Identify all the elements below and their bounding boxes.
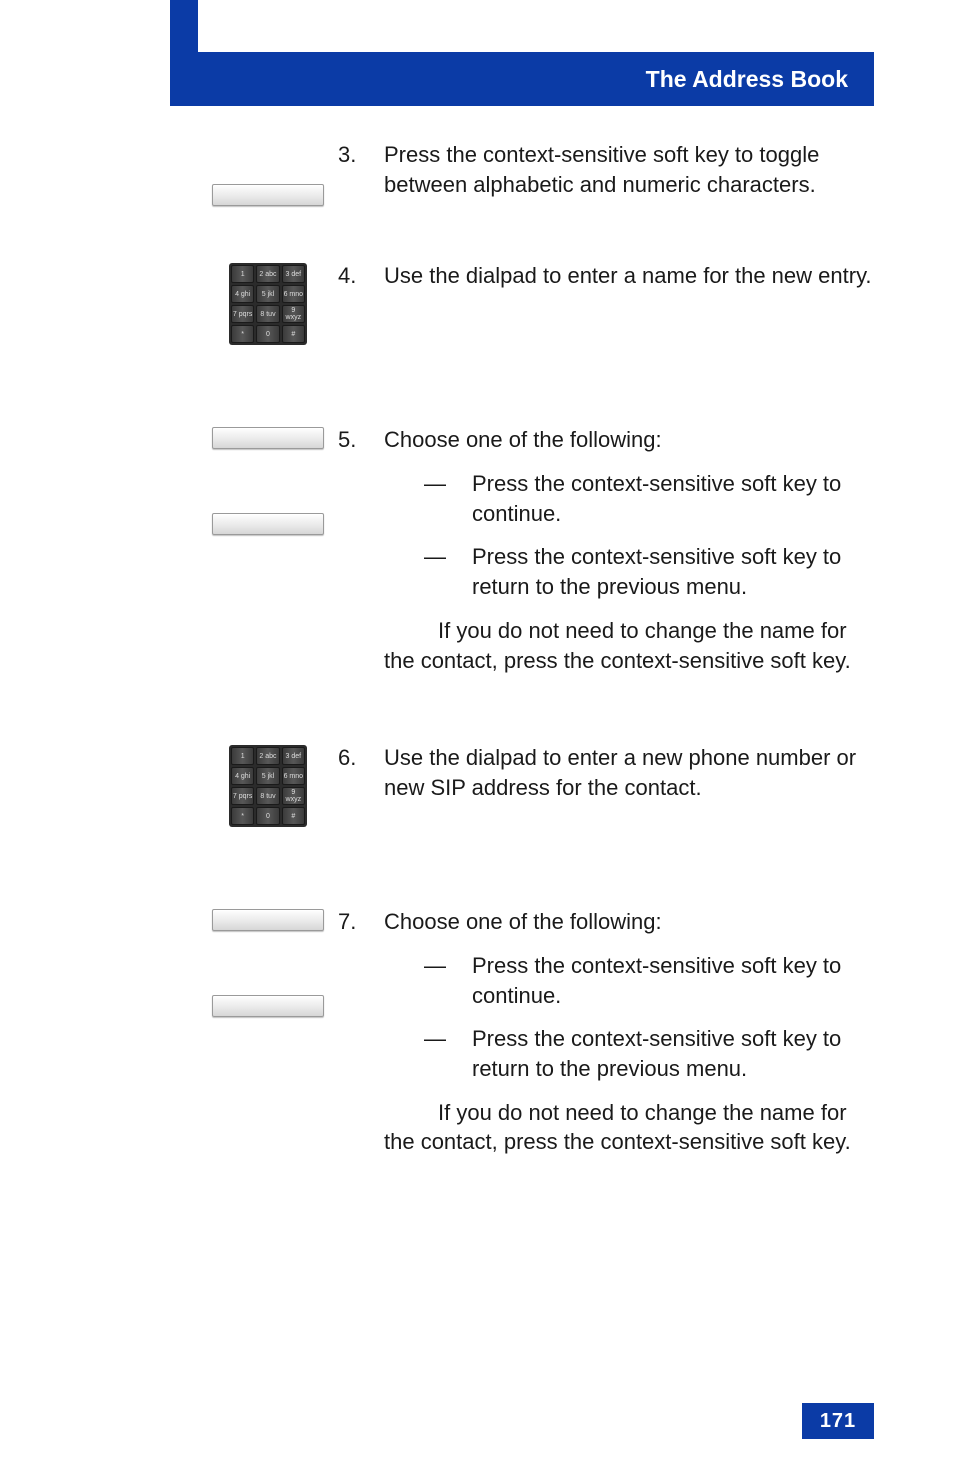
step-number: 6. [338, 743, 376, 773]
step-6: 6. Use the dialpad to enter a new phone … [338, 743, 874, 802]
step-7-a-pre: Press the [472, 953, 571, 978]
step-3: 3. Press the context-sensitive soft key … [338, 140, 874, 199]
step-5-intro: Choose one of the following: [384, 427, 662, 452]
dialpad-key: 9 wxyz [282, 787, 305, 805]
dialpad-key: 5 jkl [256, 767, 279, 785]
step-number: 5. [338, 425, 376, 455]
dialpad-key: 9 wxyz [282, 305, 305, 323]
step-3-text-a: Press the [384, 142, 483, 167]
dialpad-key: * [231, 325, 254, 343]
dialpad-key: 6 mno [282, 767, 305, 785]
step-5-option-b: — Press the context-sensitive soft key t… [424, 542, 874, 601]
dialpad-key: 4 ghi [231, 285, 254, 303]
step-5-tip: If you do not need to change the name fo… [384, 616, 874, 675]
dialpad-key: 1 [231, 747, 254, 765]
step-6-text: Use the dialpad to enter a new phone num… [384, 745, 856, 800]
softkey-button-icon [212, 427, 324, 449]
softkey-button-icon [212, 513, 324, 535]
dialpad-key: 8 tuv [256, 787, 279, 805]
dash-icon: — [424, 951, 452, 981]
page-number: 171 [802, 1403, 874, 1439]
step-7: 7. Choose one of the following: — Press … [338, 907, 874, 1157]
step-6-row: 1 2 abc 3 def 4 ghi 5 jkl 6 mno 7 pqrs 8… [198, 743, 874, 827]
step-5: 5. Choose one of the following: — Press … [338, 425, 874, 675]
step-number: 7. [338, 907, 376, 937]
step-7-option-b: — Press the context-sensitive soft key t… [424, 1024, 874, 1083]
dialpad-key: 3 def [282, 265, 305, 283]
dialpad-key: 5 jkl [256, 285, 279, 303]
dialpad-key: # [282, 325, 305, 343]
step-7-row: 7. Choose one of the following: — Press … [198, 907, 874, 1165]
dialpad-key: 7 pqrs [231, 787, 254, 805]
step-4: 4. Use the dialpad to enter a name for t… [338, 261, 874, 291]
dialpad-key: 4 ghi [231, 767, 254, 785]
step-5-b-pre: Press the [472, 544, 571, 569]
step-number: 3. [338, 140, 376, 170]
step-4-row: 1 2 abc 3 def 4 ghi 5 jkl 6 mno 7 pqrs 8… [198, 261, 874, 345]
step-5-a-pre: Press the [472, 471, 571, 496]
softkey-button-icon [212, 995, 324, 1017]
step-7-intro: Choose one of the following: [384, 909, 662, 934]
dialpad-icon: 1 2 abc 3 def 4 ghi 5 jkl 6 mno 7 pqrs 8… [229, 263, 307, 345]
chapter-header: The Address Book [198, 52, 874, 106]
header-left-strip [170, 0, 198, 106]
dialpad-icon: 1 2 abc 3 def 4 ghi 5 jkl 6 mno 7 pqrs 8… [229, 745, 307, 827]
dialpad-key: 6 mno [282, 285, 305, 303]
softkey-button-icon [212, 184, 324, 206]
step-5-tip-b: context-sensitive soft key. [600, 648, 850, 673]
dialpad-key: # [282, 807, 305, 825]
dialpad-key: 0 [256, 325, 279, 343]
dash-icon: — [424, 542, 452, 572]
page-number-value: 171 [820, 1410, 856, 1433]
step-3-row: 3. Press the context-sensitive soft key … [198, 140, 874, 207]
dialpad-key: 0 [256, 807, 279, 825]
content-area: 3. Press the context-sensitive soft key … [198, 140, 874, 1375]
step-7-tip: If you do not need to change the name fo… [384, 1098, 874, 1157]
softkey-button-icon [212, 909, 324, 931]
dash-icon: — [424, 1024, 452, 1054]
dialpad-key: 3 def [282, 747, 305, 765]
step-5-option-a: — Press the context-sensitive soft key t… [424, 469, 874, 528]
step-7-b-pre: Press the [472, 1026, 571, 1051]
dialpad-key: 7 pqrs [231, 305, 254, 323]
step-7-tip-b: context-sensitive soft key. [600, 1129, 850, 1154]
chapter-title: The Address Book [646, 66, 848, 93]
step-7-option-a: — Press the context-sensitive soft key t… [424, 951, 874, 1010]
dialpad-key: 2 abc [256, 747, 279, 765]
dialpad-key: 2 abc [256, 265, 279, 283]
step-number: 4. [338, 261, 376, 291]
dialpad-key: 8 tuv [256, 305, 279, 323]
page: The Address Book 3. Press the context-se… [0, 0, 954, 1475]
dialpad-key: * [231, 807, 254, 825]
step-4-text: Use the dialpad to enter a name for the … [384, 263, 872, 288]
step-5-row: 5. Choose one of the following: — Press … [198, 425, 874, 683]
dialpad-key: 1 [231, 265, 254, 283]
dash-icon: — [424, 469, 452, 499]
